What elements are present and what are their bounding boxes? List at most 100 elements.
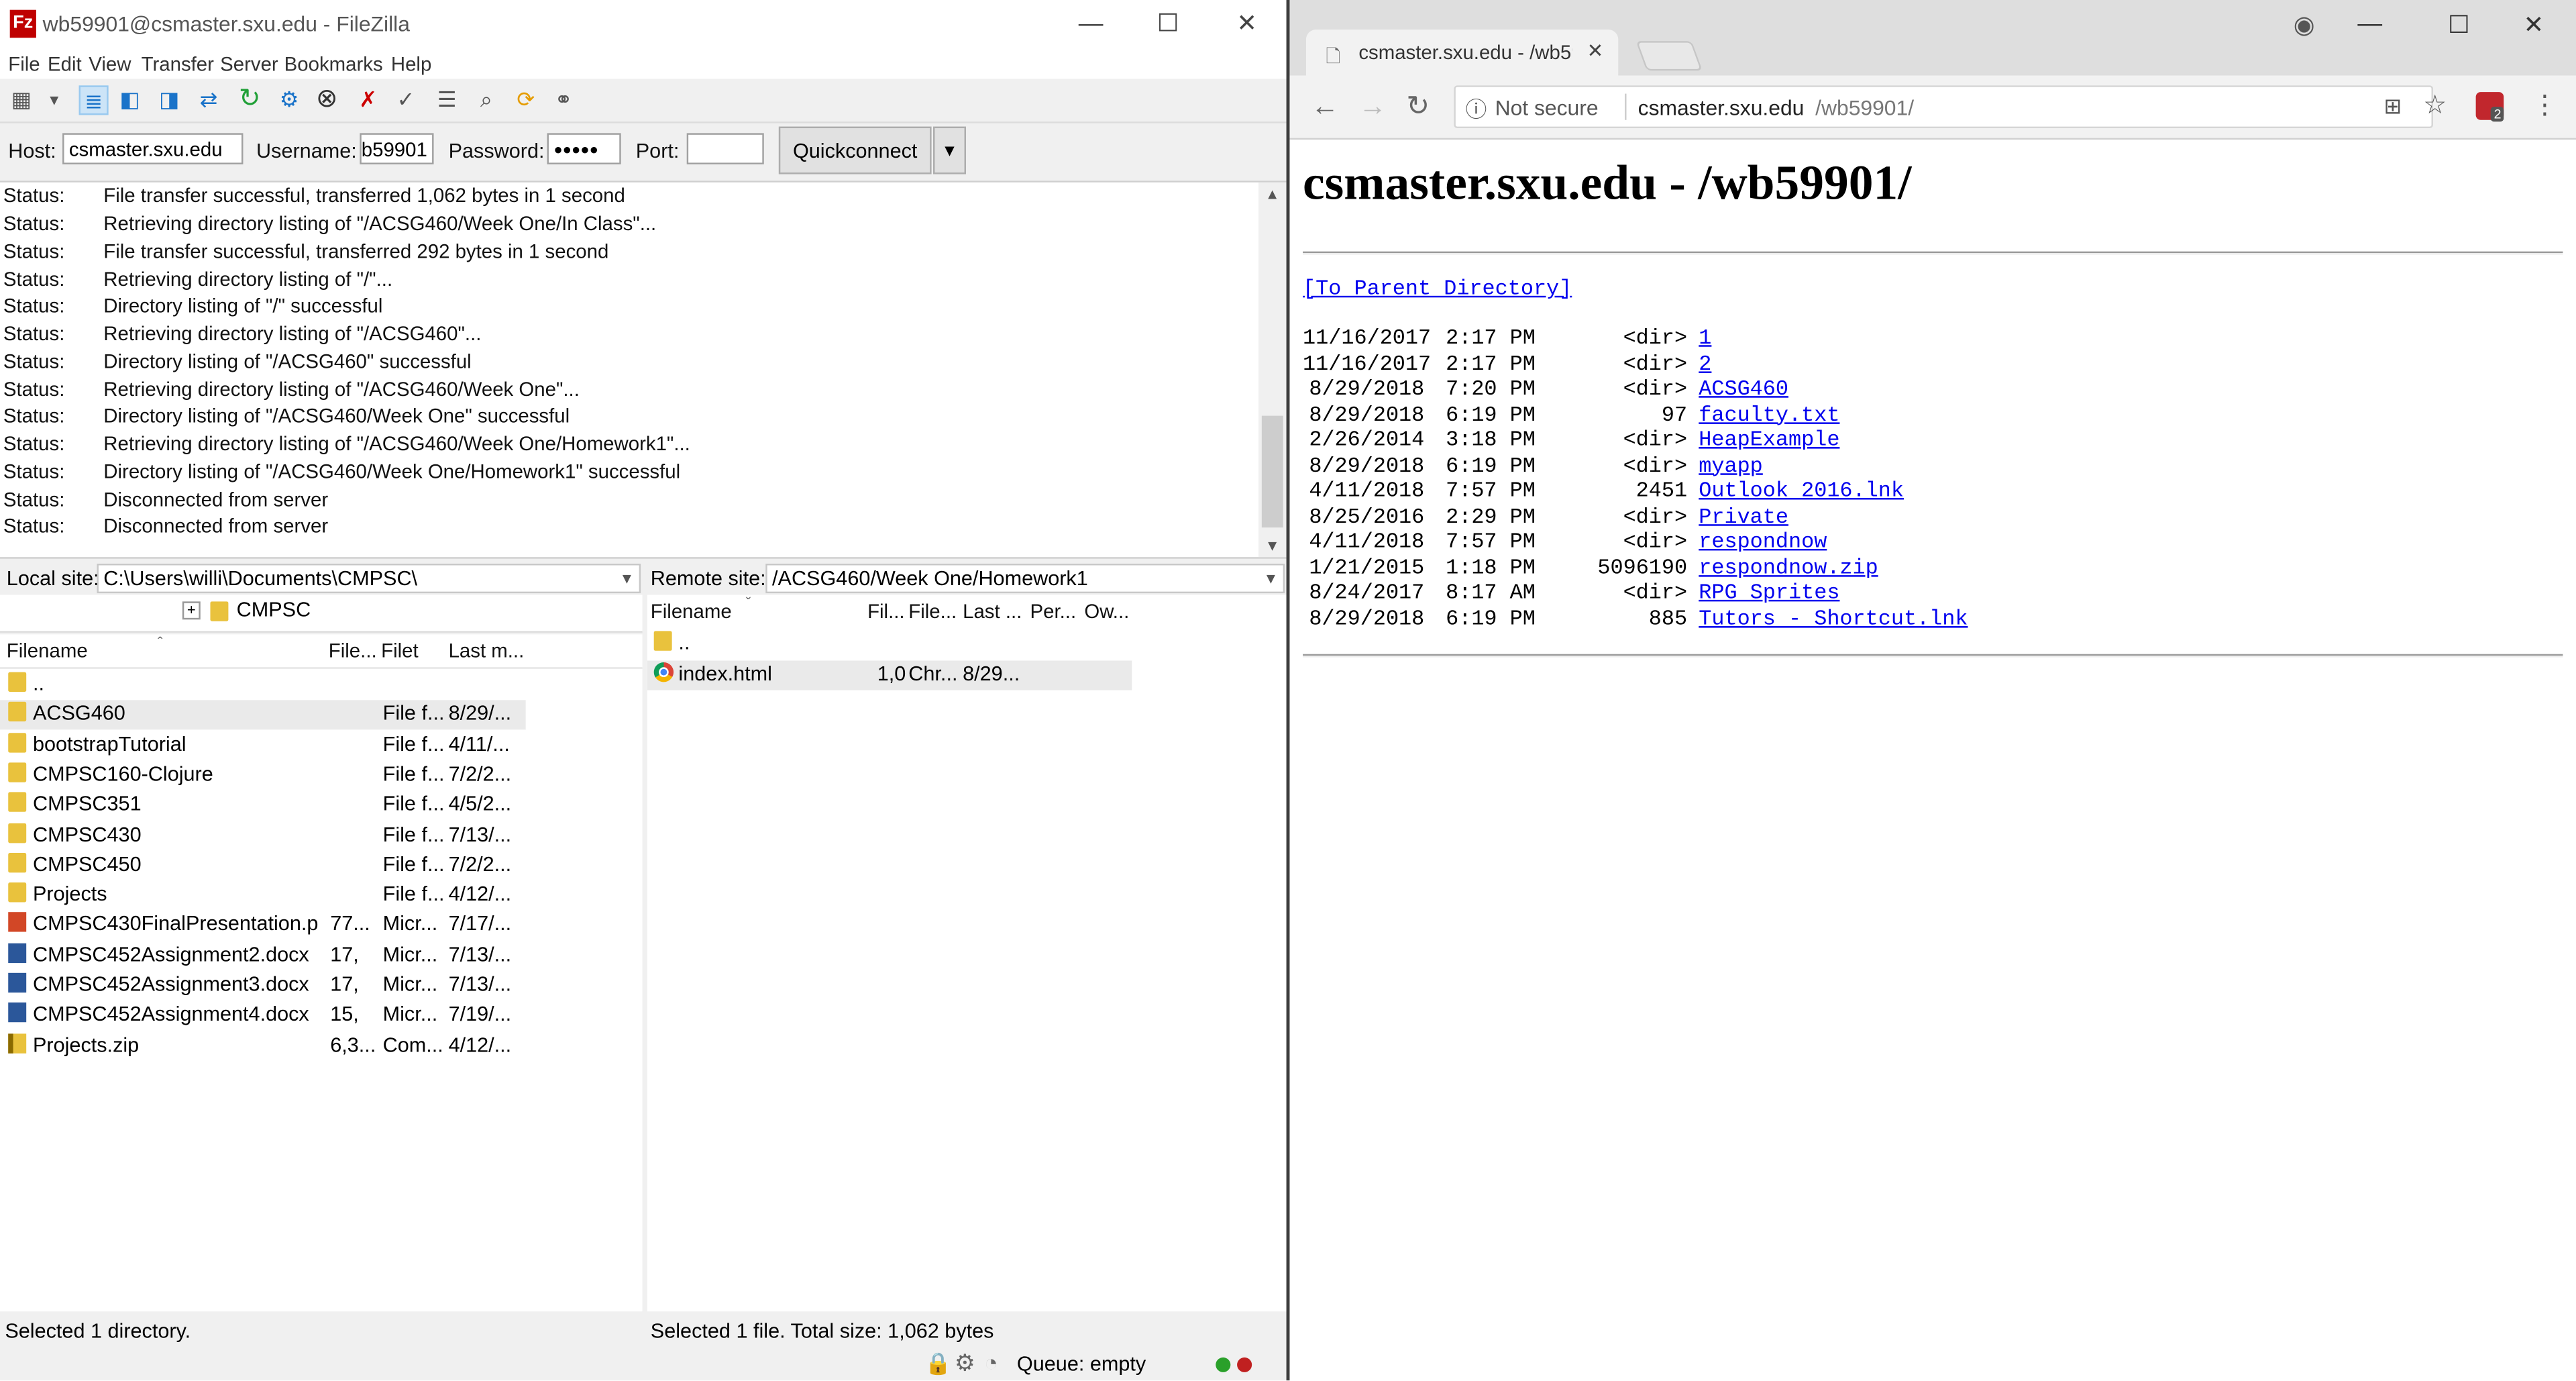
chevron-down-icon[interactable]: ▼	[1263, 565, 1278, 591]
extension-icon[interactable]: 2	[2475, 92, 2505, 122]
log-scrollbar[interactable]: ▲ ▼	[1258, 182, 1287, 558]
new-tab-button[interactable]	[1635, 41, 1703, 71]
column-filetype[interactable]: File...	[908, 595, 957, 628]
table-row[interactable]: CMPSC452Assignment3.docx 17, Micr... 7/13/.…	[0, 971, 526, 1001]
column-filesize[interactable]: File...	[329, 634, 377, 667]
table-row[interactable]: CMPSC452Assignment2.docx 17, Micr... 7/13/.…	[0, 941, 526, 971]
port-field[interactable]	[686, 133, 764, 164]
reconnect-icon[interactable]: ✓	[391, 85, 421, 115]
gear-icon[interactable]: ⚙	[955, 1349, 975, 1378]
entry-link[interactable]: HeapExample	[1699, 427, 1839, 452]
toggle-remote-tree-icon[interactable]: ◨	[154, 85, 184, 115]
entry-link[interactable]: respondnow.zip	[1699, 555, 1878, 580]
table-row[interactable]: index.html 1,0 Chr... 8/29...	[647, 660, 1132, 690]
minimize-button[interactable]: —	[1053, 0, 1129, 49]
star-icon[interactable]: ☆	[2423, 89, 2447, 121]
quickconnect-button[interactable]: Quickconnect	[778, 126, 932, 174]
scroll-up-icon[interactable]: ▲	[1265, 186, 1280, 202]
menu-icon[interactable]: ⋮	[2532, 89, 2558, 121]
maximize-button[interactable]: ☐	[1130, 0, 1206, 49]
entry-link[interactable]: 1	[1699, 325, 1711, 350]
entry-link[interactable]: myapp	[1699, 453, 1763, 478]
password-field[interactable]: ●●●●●	[547, 133, 621, 164]
entry-link[interactable]: Outlook 2016.lnk	[1699, 478, 1904, 503]
disconnect-icon[interactable]: ✗	[354, 85, 383, 115]
entry-link[interactable]: respondnow	[1699, 529, 1827, 554]
quickconnect-dropdown-icon[interactable]: ▼	[933, 126, 967, 174]
table-row[interactable]: ..	[0, 670, 526, 700]
table-row[interactable]: CMPSC430 File f... 7/13/...	[0, 821, 526, 850]
menu-bookmarks[interactable]: Bookmarks	[284, 52, 383, 75]
cancel-icon[interactable]: ⊗	[312, 85, 341, 115]
menu-file[interactable]: File	[8, 52, 40, 75]
maximize-button[interactable]: ☐	[2448, 10, 2470, 40]
site-manager-icon[interactable]: ▦	[7, 85, 36, 115]
toggle-log-icon[interactable]: ≣	[78, 85, 109, 115]
column-filename[interactable]: Filename	[651, 595, 732, 628]
binoculars-icon[interactable]: ⚭	[549, 85, 578, 115]
table-row[interactable]: CMPSC351 File f... 4/5/2...	[0, 790, 526, 820]
column-permissions[interactable]: Per...	[1030, 595, 1077, 628]
entry-link[interactable]: Private	[1699, 504, 1788, 529]
back-icon[interactable]: ←	[1311, 91, 1339, 123]
column-owner[interactable]: Ow...	[1084, 595, 1129, 628]
sync-browse-icon[interactable]: ⟳	[511, 85, 541, 115]
translate-icon[interactable]: ⊞	[2383, 94, 2402, 120]
column-filesize[interactable]: Fil...	[867, 595, 905, 628]
column-last-modified[interactable]: Last m...	[449, 634, 525, 667]
table-row[interactable]: Projects File f... 4/12/...	[0, 881, 526, 911]
table-row[interactable]: Projects.zip 6,3... Com... 4/12/...	[0, 1031, 526, 1061]
transfer-queue-icon[interactable]: ⇄	[194, 85, 223, 115]
entry-link[interactable]: RPG Sprites	[1699, 580, 1839, 605]
entry-link[interactable]: ACSG460	[1699, 376, 1788, 401]
minimize-button[interactable]: —	[2357, 10, 2382, 38]
reload-icon[interactable]: ↻	[1406, 91, 1430, 123]
table-row[interactable]: bootstrapTutorial File f... 4/11/...	[0, 731, 526, 760]
parent-directory-link[interactable]: [To Parent Directory]	[1303, 276, 1572, 301]
speed-limit-icon[interactable]: ◔	[984, 1349, 998, 1376]
refresh-icon[interactable]: ↻	[235, 85, 264, 115]
expand-icon[interactable]: +	[182, 601, 201, 620]
column-filename[interactable]: Filename	[7, 634, 88, 667]
table-row[interactable]: ACSG460 File f... 8/29/...	[0, 701, 526, 731]
menu-transfer[interactable]: Transfer	[142, 52, 214, 75]
message-log[interactable]: Status: File transfer successful, transfe…	[0, 182, 1287, 559]
info-icon[interactable]: ⓘ	[1466, 92, 1487, 123]
menu-edit[interactable]: Edit	[48, 52, 82, 75]
username-field[interactable]: wb59901	[360, 133, 434, 164]
filter-icon[interactable]: ☰	[432, 85, 462, 115]
search-icon[interactable]: ⌕	[472, 85, 501, 115]
host-field[interactable]: csmaster.sxu.edu	[62, 133, 244, 164]
table-row[interactable]: CMPSC450 File f... 7/2/2...	[0, 851, 526, 880]
local-tree[interactable]: + CMPSC	[0, 595, 643, 633]
tree-node-label[interactable]: CMPSC	[237, 598, 311, 621]
menu-help[interactable]: Help	[391, 52, 431, 75]
scroll-down-icon[interactable]: ▼	[1265, 538, 1280, 554]
remote-site-path[interactable]: /ACSG460/Week One/Homework1 ▼	[765, 564, 1285, 594]
close-button[interactable]: ✕	[1209, 0, 1285, 49]
toggle-local-tree-icon[interactable]: ◧	[115, 85, 144, 115]
entry-link[interactable]: Tutors - Shortcut.lnk	[1699, 605, 1968, 630]
menu-view[interactable]: View	[89, 52, 131, 75]
browser-tab[interactable]: 🗋 csmaster.sxu.edu - /wb59901/ ✕	[1305, 30, 1619, 76]
menu-server[interactable]: Server	[220, 52, 278, 75]
column-filetype[interactable]: Filet	[381, 634, 419, 667]
process-queue-icon[interactable]: ⚙	[274, 85, 304, 115]
entry-link[interactable]: faculty.txt	[1699, 402, 1839, 427]
local-file-list[interactable]: Filename ˆ File... Filet Last m... .. ACS…	[0, 634, 643, 1312]
log-scroll-thumb[interactable]	[1261, 415, 1283, 528]
table-row[interactable]: ..	[647, 629, 1132, 659]
chevron-down-icon[interactable]: ▼	[619, 565, 634, 591]
local-site-path[interactable]: C:\Users\willi\Documents\CMPSC\ ▼	[97, 564, 641, 594]
profile-icon[interactable]: ◉	[2294, 10, 2315, 40]
close-button[interactable]: ✕	[2524, 10, 2544, 40]
close-tab-icon[interactable]: ✕	[1587, 40, 1604, 62]
column-last-modified[interactable]: Last ...	[963, 595, 1022, 628]
url-field[interactable]: ⓘ Not secure csmaster.sxu.edu /wb59901/ …	[1454, 85, 2433, 129]
forward-icon[interactable]: →	[1358, 91, 1387, 123]
remote-file-list[interactable]: Filename ˇ Fil... File... Last ... Per..…	[647, 595, 1287, 1312]
table-row[interactable]: CMPSC430FinalPresentation.p 77... Micr... 7…	[0, 911, 526, 941]
entry-link[interactable]: 2	[1699, 351, 1711, 376]
chevron-down-icon[interactable]: ▼	[40, 85, 69, 115]
table-row[interactable]: CMPSC452Assignment4.docx 15, Micr... 7/19/.…	[0, 1001, 526, 1031]
